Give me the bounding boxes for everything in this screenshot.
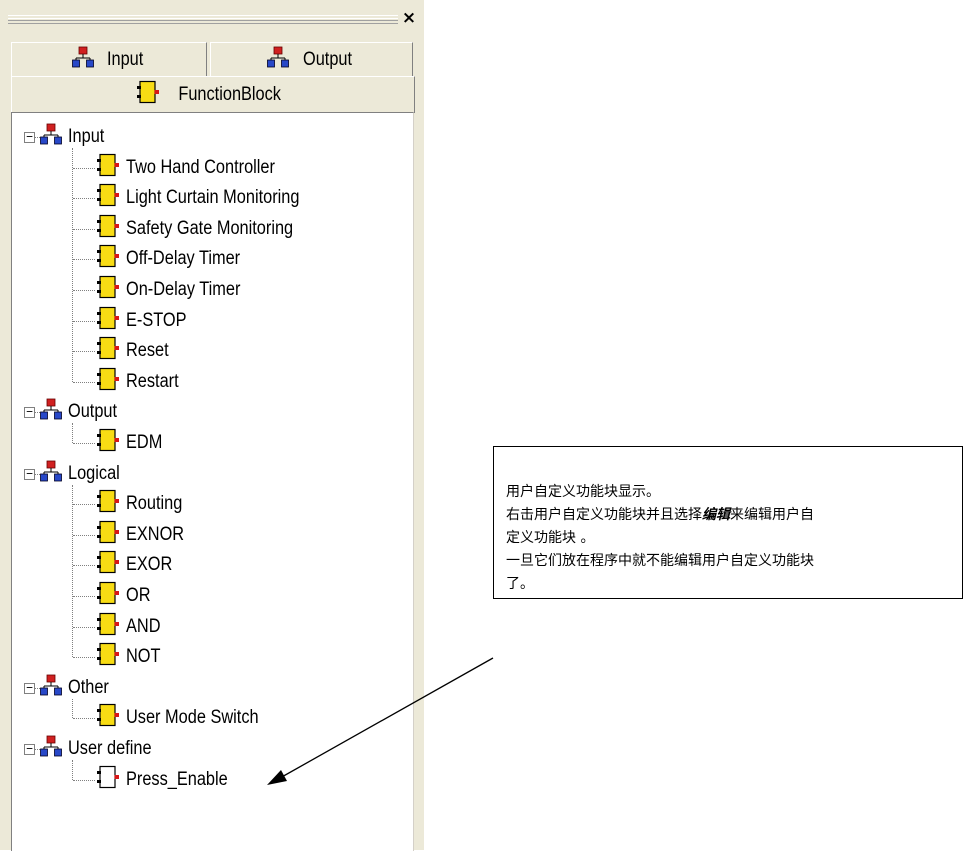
tree-item-not[interactable]: NOT	[96, 642, 166, 672]
tree-group-logical[interactable]: Logical	[40, 459, 128, 489]
tree-item-label: NOT	[126, 646, 161, 668]
tree-item-label: EDM	[126, 432, 163, 453]
tree-group-label: Logical	[68, 462, 120, 484]
tree-item-label: User Mode Switch	[126, 707, 259, 729]
tab-input[interactable]: Input	[11, 42, 207, 76]
tree-item-reset[interactable]: Reset	[96, 336, 176, 366]
tree-item-user-mode-switch[interactable]: User Mode Switch	[96, 703, 280, 733]
close-icon[interactable]: ×	[401, 8, 417, 28]
tab-input-label: Input	[106, 48, 144, 70]
tree-item-on-delay-timer[interactable]: On-Delay Timer	[96, 275, 259, 305]
function-block-panel: × Input Output FunctionBlock − Input Two…	[0, 0, 424, 851]
tree-item-routing[interactable]: Routing	[96, 489, 192, 519]
tree-item-label: Light Curtain Monitoring	[126, 187, 300, 209]
function-block-icon	[96, 612, 120, 642]
tree-item-label: Safety Gate Monitoring	[126, 217, 294, 239]
network-icon	[40, 735, 62, 763]
tree-group-user-define[interactable]: User define	[40, 734, 165, 764]
tab-output[interactable]: Output	[210, 42, 413, 76]
function-block-icon	[96, 550, 120, 580]
tree-item-off-delay-timer[interactable]: Off-Delay Timer	[96, 244, 259, 274]
tree-item-light-curtain-monitoring[interactable]: Light Curtain Monitoring	[96, 183, 328, 213]
function-block-icon	[96, 153, 120, 183]
tree-item-label: EXOR	[126, 554, 173, 576]
tree-item-safety-gate-monitoring[interactable]: Safety Gate Monitoring	[96, 214, 320, 244]
tree-item-label: Press_Enable	[126, 768, 228, 790]
function-block-icon	[96, 520, 120, 550]
function-block-icon	[96, 581, 120, 611]
collapse-icon[interactable]: −	[24, 406, 35, 419]
network-icon	[40, 398, 62, 426]
tree-item-label: Routing	[126, 493, 183, 515]
tree-item-two-hand-controller[interactable]: Two Hand Controller	[96, 153, 299, 183]
callout-line-2-suffix: 来编辑用户自	[730, 507, 814, 523]
callout-line-4: 一旦它们放在程序中就不能编辑用户自定义功能块	[506, 553, 814, 569]
tree-group-other[interactable]: Other	[40, 673, 116, 703]
network-icon	[40, 674, 62, 702]
network-icon	[40, 123, 62, 151]
tree-item-label: OR	[126, 585, 151, 606]
tree-item-label: Restart	[126, 370, 179, 392]
collapse-icon[interactable]: −	[24, 468, 35, 480]
tree-item-label: Off-Delay Timer	[126, 248, 241, 270]
tree-item-restart[interactable]: Restart	[96, 367, 187, 397]
collapse-icon[interactable]: −	[24, 682, 35, 694]
callout-line-3: 定义功能块 。	[506, 530, 595, 546]
function-block-icon	[96, 428, 120, 458]
function-block-icon	[96, 275, 120, 305]
tree-item-edm[interactable]: EDM	[96, 428, 168, 458]
tree-item-exor[interactable]: EXOR	[96, 550, 180, 580]
tree-item-label: E-STOP	[126, 309, 187, 331]
panel-grip[interactable]	[8, 15, 398, 24]
tree-item-label: EXNOR	[126, 523, 185, 545]
tree-item-label: AND	[126, 615, 161, 637]
function-block-icon	[96, 214, 120, 244]
function-block-icon	[96, 367, 120, 397]
function-block-icon	[96, 703, 120, 733]
collapse-icon[interactable]: −	[24, 743, 35, 755]
tree-item-label: Two Hand Controller	[126, 156, 275, 178]
tree-item-label: On-Delay Timer	[126, 279, 241, 300]
collapse-icon[interactable]: −	[24, 131, 35, 143]
tree-group-label: Output	[68, 401, 118, 423]
user-function-block-icon	[96, 765, 120, 795]
tab-function-block[interactable]: FunctionBlock	[11, 76, 415, 113]
tree-item-e-stop[interactable]: E-STOP	[96, 306, 196, 336]
tab-output-label: Output	[302, 48, 353, 70]
function-block-icon	[96, 489, 120, 519]
tree-item-or[interactable]: OR	[96, 581, 155, 611]
tree-group-label: Other	[68, 676, 109, 698]
tree-item-press-enable[interactable]: Press_Enable	[96, 765, 244, 795]
network-icon	[267, 46, 289, 74]
callout-box: 用户自定义功能块显示。 右击用户自定义功能块并且选择编辑来编辑用户自 定义功能块…	[493, 446, 963, 599]
callout-line-5: 了。	[506, 576, 534, 592]
callout-line-2: 右击用户自定义功能块并且选择编辑来编辑用户自	[506, 504, 962, 527]
function-block-tree[interactable]: − Input Two Hand Controller Light Curtai…	[11, 112, 414, 851]
tab-function-block-label: FunctionBlock	[178, 84, 282, 105]
tree-group-output[interactable]: Output	[40, 397, 125, 427]
tree-item-and[interactable]: AND	[96, 612, 166, 642]
tree-group-label: Input	[68, 126, 105, 147]
callout-edit-emphasis: 编辑	[702, 507, 730, 523]
network-icon	[71, 46, 94, 74]
network-icon	[40, 460, 62, 488]
tree-item-label: Reset	[126, 340, 169, 362]
tree-group-label: User define	[68, 738, 152, 759]
function-block-icon	[96, 244, 120, 274]
function-block-icon	[96, 183, 120, 213]
callout-line-1: 用户自定义功能块显示。	[506, 484, 660, 500]
tree-item-exnor[interactable]: EXNOR	[96, 520, 194, 550]
function-block-icon	[96, 306, 120, 336]
function-block-icon	[136, 80, 160, 110]
tree-group-input[interactable]: Input	[40, 122, 110, 152]
function-block-icon	[96, 336, 120, 366]
function-block-icon	[96, 642, 120, 672]
callout-line-2-prefix: 右击用户自定义功能块并且选择	[506, 507, 702, 523]
